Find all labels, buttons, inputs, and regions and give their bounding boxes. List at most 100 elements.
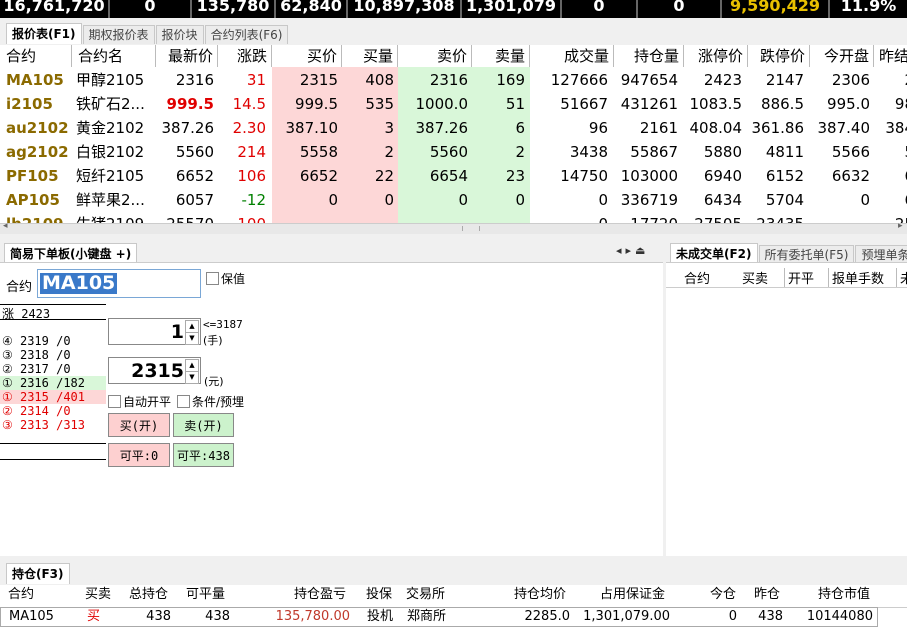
tab-simple-order[interactable]: 简易下单板(小键盘 +) (4, 243, 138, 264)
col-header[interactable]: 交易所 (406, 585, 445, 605)
table-row[interactable]: PF105 短纤2105 6652 106 6652 22 6654 23 14750 10300… (0, 164, 907, 188)
table-cell (342, 212, 394, 223)
table-cell: 384 (885, 119, 907, 137)
price-stepper[interactable]: 2315 ▲ ▼ (108, 357, 201, 384)
table-cell: lh2109 (6, 212, 72, 223)
tab-quote-table[interactable]: 报价表(F1) (6, 23, 82, 44)
table-cell (810, 212, 870, 223)
auto-open-close-checkbox[interactable]: 自动开平 (108, 393, 171, 410)
col-header[interactable]: 持仓盈亏 (294, 585, 346, 605)
col-header[interactable]: 买价 (272, 45, 342, 67)
col-header[interactable]: 成交量 (530, 45, 614, 67)
depth-level[interactable]: ② 2317 /0 (0, 362, 106, 376)
tab-quote-block[interactable]: 报价块 (155, 25, 204, 44)
table-cell: 6632 (831, 167, 870, 185)
horizontal-scrollbar[interactable]: ◂ ▸ (0, 221, 907, 234)
table-cell: 2 (515, 143, 525, 161)
table-row[interactable]: au2102 黄金2102 387.26 2.30 387.10 3 387.26 6 96 21… (0, 116, 907, 140)
depth-level[interactable]: ② 2314 /0 (0, 404, 106, 418)
col-header[interactable]: 卖价 (398, 45, 472, 67)
table-cell: 14750 (560, 167, 608, 185)
table-cell: 0 (328, 191, 338, 209)
table-cell: 5566 (831, 143, 870, 161)
table-cell: 100 (218, 212, 266, 223)
close-buy-button[interactable]: 可平:0 (108, 443, 170, 467)
contract-input-value: MA105 (40, 272, 118, 294)
table-cell: 387.40 (817, 119, 871, 137)
table-row[interactable]: MA105 买 438 438 135,780.00 投机 郑商所 2285.0 1,301,0… (0, 607, 878, 627)
table-cell: 甲醇2105 (76, 71, 145, 89)
table-row[interactable]: MA105 甲醇2105 2316 31 2315 408 2316 169 127666 947… (0, 68, 907, 92)
col-header[interactable]: 合约 (0, 45, 72, 67)
condition-checkbox[interactable]: 条件/预埋 (177, 393, 244, 410)
col-header[interactable]: 合约 (8, 585, 34, 605)
table-cell: MA105 (6, 71, 64, 89)
col-header[interactable]: 合约名 (72, 45, 156, 67)
col-header[interactable]: 买卖 (85, 585, 111, 605)
col-header[interactable]: 持仓量 (614, 45, 684, 67)
table-row[interactable]: AP105鲜苹果2...6057-12000003367196434570406 (0, 188, 907, 212)
col-header[interactable]: 昨结 (874, 45, 907, 67)
col-header[interactable]: 占用保证金 (600, 585, 665, 605)
tab-pending-orders[interactable]: 未成交单(F2) (670, 243, 758, 264)
tab-positions[interactable]: 持仓(F3) (6, 563, 70, 584)
col-header[interactable]: 未 (896, 268, 907, 287)
depth-level[interactable]: ④ 2319 /0 (0, 334, 106, 348)
depth-level[interactable]: ① 2315 /401 (0, 390, 106, 404)
col-header[interactable]: 开平 (784, 268, 814, 287)
table-cell (272, 212, 338, 223)
col-header[interactable]: 今开盘 (810, 45, 874, 67)
stepper-down-icon[interactable]: ▼ (185, 332, 199, 345)
table-row[interactable]: lh2109生猪210925570100017720275052343525 (0, 212, 907, 223)
close-sell-button[interactable]: 可平:438 (173, 443, 234, 467)
sell-open-button[interactable]: 卖(开) (173, 413, 234, 437)
table-cell: 1,301,079.00 (583, 609, 670, 624)
col-header[interactable]: 最新价 (156, 45, 218, 67)
tab-option-quote[interactable]: 期权报价表 (82, 25, 155, 44)
col-header[interactable]: 报单手数 (828, 268, 884, 287)
col-header[interactable]: 可平量 (186, 585, 225, 605)
tab-contract-list[interactable]: 合约列表(F6) (204, 25, 289, 44)
table-row[interactable]: i2105 铁矿石2... 999.5 14.5 999.5 535 1000.0 51 516… (0, 92, 907, 116)
quantity-stepper[interactable]: 1 ▲ ▼ (108, 318, 201, 345)
table-cell: 3 (384, 119, 394, 137)
col-header[interactable]: 涨停价 (684, 45, 748, 67)
col-header[interactable]: 买量 (342, 45, 398, 67)
table-cell: i2105 (6, 95, 53, 113)
col-header[interactable]: 跌停价 (748, 45, 810, 67)
col-header[interactable]: 昨仓 (754, 585, 780, 605)
depth-level[interactable]: ① 2316 /182 (0, 376, 106, 390)
scroll-thumb-grip[interactable] (462, 226, 480, 231)
hedge-checkbox[interactable]: 保值 (206, 270, 245, 287)
table-cell: 2316 (175, 71, 214, 89)
table-cell: 0 (598, 191, 608, 209)
table-cell: 2161 (639, 119, 678, 137)
col-header[interactable]: 投保 (366, 585, 392, 605)
table-cell: 438 (146, 609, 171, 624)
hedge-label: 保值 (221, 272, 246, 286)
panel-nav-icons[interactable]: ◂▸⏏ (616, 244, 649, 257)
table-cell: 0 (515, 191, 525, 209)
col-header[interactable]: 总持仓 (129, 585, 168, 605)
table-cell: 336719 (620, 191, 678, 209)
table-cell: 1083.5 (689, 95, 743, 113)
col-header[interactable]: 持仓市值 (818, 585, 870, 605)
depth-level[interactable]: ③ 2313 /313 (0, 418, 106, 432)
depth-level[interactable]: ③ 2318 /0 (0, 348, 106, 362)
table-row[interactable]: ag2102 白银2102 5560 214 5558 2 5560 2 3438 55867 58… (0, 140, 907, 164)
checkbox-box[interactable] (177, 395, 190, 408)
col-header[interactable]: 卖量 (472, 45, 530, 67)
contract-input[interactable]: MA105 (37, 269, 201, 298)
checkbox-box[interactable] (206, 272, 219, 285)
scroll-right-icon[interactable]: ▸ (898, 221, 903, 231)
col-header[interactable]: 持仓均价 (514, 585, 566, 605)
col-header[interactable]: 今仓 (710, 585, 736, 605)
col-header[interactable]: 合约 (684, 268, 710, 287)
col-header[interactable]: 涨跌 (218, 45, 272, 67)
table-cell: 5560 (429, 143, 468, 161)
scroll-left-icon[interactable]: ◂ (3, 221, 8, 231)
col-header[interactable]: 买卖 (742, 268, 768, 287)
checkbox-box[interactable] (108, 395, 121, 408)
buy-open-button[interactable]: 买(开) (108, 413, 170, 437)
stepper-down-icon[interactable]: ▼ (185, 371, 199, 384)
